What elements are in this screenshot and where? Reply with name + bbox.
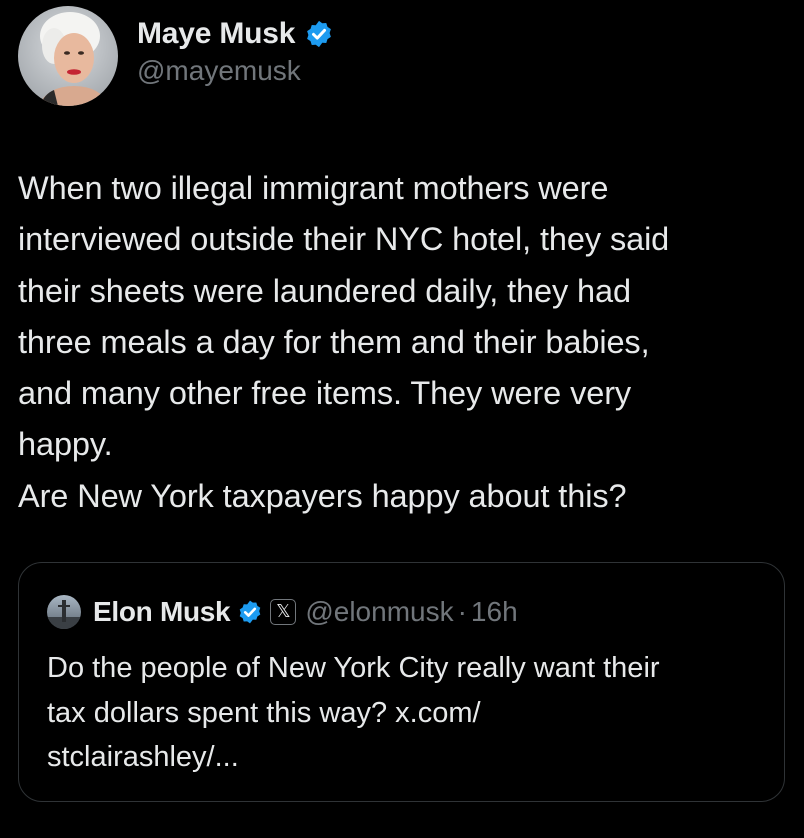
quoted-tweet-body: Do the people of New York City really wa…: [47, 646, 777, 780]
quoted-tweet-header: Elon Musk 𝕏 @elonmusk · 16h: [47, 593, 518, 631]
quoted-text-line: stclairashley/...: [47, 741, 239, 773]
tweet-text-line: interviewed outside their NYC hotel, the…: [18, 221, 670, 258]
author-handle[interactable]: @mayemusk: [137, 55, 334, 87]
avatar-photo: [18, 6, 118, 106]
quoted-text-line: tax dollars spent this way? x.com/: [47, 696, 481, 729]
quoted-author-avatar[interactable]: [47, 595, 81, 629]
tweet-body: When two illegal immigrant mothers were …: [18, 163, 798, 522]
avatar-photo: [47, 595, 81, 629]
quoted-tweet-time[interactable]: 16h: [471, 596, 518, 628]
tweet-text-line: When two illegal immigrant mothers were: [18, 170, 609, 206]
tweet-text-line: happy.: [18, 426, 113, 463]
x-affiliation-glyph: 𝕏: [276, 601, 291, 622]
tweet-text-line: their sheets were laundered daily, they …: [18, 272, 631, 309]
author-name[interactable]: Maye Musk: [137, 17, 295, 51]
tweet-text-line: and many other free items. They were ver…: [18, 375, 632, 412]
x-affiliation-icon[interactable]: 𝕏: [270, 599, 297, 625]
tweet-text-line: Are New York taxpayers happy about this?: [18, 477, 627, 514]
author-name-row: Maye Musk: [137, 14, 334, 54]
quoted-author-handle[interactable]: @elonmusk: [305, 596, 453, 628]
quoted-tweet-card[interactable]: Elon Musk 𝕏 @elonmusk · 16h Do the peopl…: [18, 562, 785, 802]
quoted-text-line: Do the people of New York City really wa…: [47, 652, 660, 684]
author-info[interactable]: Maye Musk @mayemusk: [137, 14, 334, 87]
tweet-text-line: three meals a day for them and their bab…: [18, 323, 650, 360]
verified-badge-icon[interactable]: [237, 599, 263, 625]
meta-separator: ·: [457, 596, 467, 627]
verified-badge-icon[interactable]: [304, 19, 334, 49]
quoted-author-name[interactable]: Elon Musk: [93, 596, 231, 628]
author-avatar[interactable]: [18, 6, 118, 106]
